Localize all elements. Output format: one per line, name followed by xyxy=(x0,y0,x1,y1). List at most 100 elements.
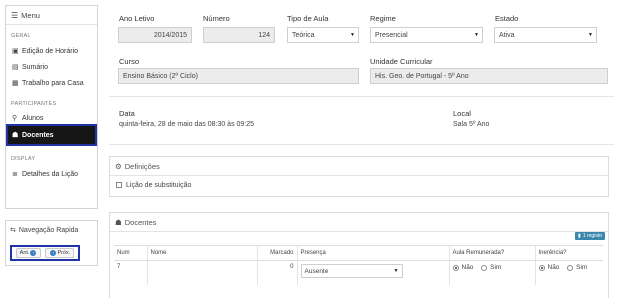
cogs-icon: ⚙ xyxy=(115,161,122,171)
cell-num: 7 xyxy=(114,260,148,285)
divider xyxy=(109,144,614,145)
quick-navigation-header: ⇆ Navegação Rapida xyxy=(6,221,97,239)
sidebar-item-detalhes-licao[interactable]: ≣ Detalhes da Lição xyxy=(6,166,97,182)
next-button[interactable]: › Próx. xyxy=(45,248,75,258)
refresh-icon: ⇆ xyxy=(10,227,16,234)
next-label: Próx. xyxy=(57,250,71,256)
cell-aula-remunerada: Não Sim xyxy=(449,260,536,285)
sidebar-item-label: Trabalho para Casa xyxy=(22,79,84,87)
column-inerencia: Inerência? xyxy=(535,245,603,261)
curso-label: Curso xyxy=(119,57,140,66)
quick-navigation-panel: ⇆ Navegação Rapida Ant. ‹ › Próx. xyxy=(5,220,98,266)
numero-value: 124 xyxy=(258,31,270,39)
radio-selected-icon xyxy=(452,264,459,271)
column-presenca: Presença xyxy=(297,245,450,261)
licao-substituicao-label: Lição de substituição xyxy=(126,181,192,189)
docentes-table: Num Nome Marcado Presença Aula Remunerad… xyxy=(114,245,603,285)
tipo-aula-label: Tipo de Aula xyxy=(287,14,329,23)
radio-label: Sim xyxy=(490,264,502,271)
docentes-header: ☗ Docentes xyxy=(110,213,608,232)
ano-letivo-label: Ano Letivo xyxy=(119,14,155,23)
sidebar-item-label: Sumário xyxy=(22,63,49,71)
chevron-down-icon: ▼ xyxy=(474,32,479,38)
table-row: 7 0 Ausente ▼ Não Sim Não Sim xyxy=(114,260,603,285)
inerencia-nao-radio[interactable]: Não xyxy=(538,264,560,271)
arrow-right-icon: › xyxy=(50,250,57,256)
book-icon: ▤ xyxy=(12,64,19,71)
radio-label: Não xyxy=(547,264,560,271)
divider xyxy=(109,96,614,97)
inerencia-sim-radio[interactable]: Sim xyxy=(567,264,587,271)
sidebar-item-trabalho-casa[interactable]: ▦ Trabalho para Casa xyxy=(6,75,97,91)
cell-presenca: Ausente ▼ xyxy=(297,260,450,285)
numero-label: Número xyxy=(203,14,230,23)
nav-button-group: Ant. ‹ › Próx. xyxy=(10,245,80,261)
curso-field: Ensino Básico (2º Ciclo) xyxy=(118,68,359,84)
radio-selected-icon xyxy=(538,264,545,271)
sidebar-item-label: Alunos xyxy=(22,114,44,122)
cell-nome xyxy=(147,260,258,285)
docentes-title: Docentes xyxy=(124,217,157,227)
chevron-down-icon: ▼ xyxy=(393,268,399,274)
tipo-aula-select[interactable]: Teórica ▼ xyxy=(287,27,359,43)
info-icon: ▮ xyxy=(578,233,581,239)
arrow-left-icon: ‹ xyxy=(30,250,37,256)
sidebar-item-edicao-horario[interactable]: ▣ Edição de Horário xyxy=(6,43,97,59)
unidade-curricular-field: His. Geo. de Portugal - 5º Ano xyxy=(370,68,608,84)
presenca-value: Ausente xyxy=(304,267,329,275)
unidade-curricular-label: Unidade Curricular xyxy=(370,57,433,66)
radio-label: Sim xyxy=(576,264,588,271)
data-value: quinta-feira, 28 de maio das 08:30 às 09… xyxy=(119,121,255,128)
definicoes-header: ⚙ Definições xyxy=(110,157,608,176)
quick-navigation-title: Navegação Rapida xyxy=(18,226,79,234)
sidebar-item-sumario[interactable]: ▤ Sumário xyxy=(6,59,97,75)
local-value: Sala 5º Ano xyxy=(453,121,490,128)
estado-value: Ativa xyxy=(499,31,515,39)
record-count-text: 1 registo xyxy=(582,233,602,239)
list-icon: ≣ xyxy=(12,171,18,178)
ano-letivo-field: 2014/2015 xyxy=(118,27,192,43)
estado-label: Estado xyxy=(495,14,519,23)
regime-value: Presencial xyxy=(375,31,408,39)
licao-substituicao-checkbox[interactable] xyxy=(116,182,122,188)
unidade-curricular-value: His. Geo. de Portugal - 5º Ano xyxy=(375,72,469,80)
column-num: Num xyxy=(114,245,148,261)
record-count-badge: ▮ 1 registo xyxy=(575,232,605,240)
presenca-select[interactable]: Ausente ▼ xyxy=(300,264,403,278)
table-header-row: Num Nome Marcado Presença Aula Remunerad… xyxy=(114,245,603,261)
sidebar: ☰ Menu GERAL ▣ Edição de Horário ▤ Sumár… xyxy=(5,5,98,209)
estado-select[interactable]: Ativa ▼ xyxy=(494,27,597,43)
briefcase-icon: ▦ xyxy=(12,80,19,87)
sidebar-item-label: Edição de Horário xyxy=(22,47,79,55)
users-icon: ☗ xyxy=(115,217,122,227)
cell-inerencia: Não Sim xyxy=(535,261,603,285)
sidebar-item-docentes[interactable]: ☗ Docentes xyxy=(6,124,97,146)
menu-header: ☰ Menu xyxy=(6,6,97,25)
remunerada-sim-radio[interactable]: Sim xyxy=(481,264,501,271)
previous-button[interactable]: Ant. ‹ xyxy=(15,248,42,258)
user-icon: ⚲ xyxy=(12,115,18,122)
curso-value: Ensino Básico (2º Ciclo) xyxy=(123,72,198,80)
calendar-icon: ▣ xyxy=(12,48,19,55)
regime-select[interactable]: Presencial ▼ xyxy=(370,27,483,43)
chevron-down-icon: ▼ xyxy=(350,32,355,38)
local-label: Local xyxy=(453,109,471,118)
definicoes-title: Definições xyxy=(124,161,160,171)
sidebar-item-label: Detalhes da Lição xyxy=(22,170,79,178)
column-marcado: Marcado xyxy=(257,245,298,261)
main-content: Ano Letivo Número Tipo de Aula Regime Es… xyxy=(109,0,623,298)
docentes-panel: ☗ Docentes ▮ 1 registo Num Nome Marcado … xyxy=(109,212,609,298)
menu-label: Menu xyxy=(21,10,40,20)
sidebar-item-alunos[interactable]: ⚲ Alunos xyxy=(6,110,97,126)
users-icon: ☗ xyxy=(12,132,19,139)
remunerada-nao-radio[interactable]: Não xyxy=(452,264,474,271)
numero-field: 124 xyxy=(203,27,275,43)
previous-label: Ant. xyxy=(19,250,30,256)
radio-label: Não xyxy=(461,264,474,271)
cell-marcado: 0 xyxy=(257,260,298,285)
regime-label: Regime xyxy=(370,14,396,23)
licao-substituicao-row: Lição de substituição xyxy=(110,176,608,194)
radio-unselected-icon xyxy=(567,264,574,271)
sidebar-item-label: Docentes xyxy=(22,131,54,139)
tipo-aula-value: Teórica xyxy=(292,31,315,39)
